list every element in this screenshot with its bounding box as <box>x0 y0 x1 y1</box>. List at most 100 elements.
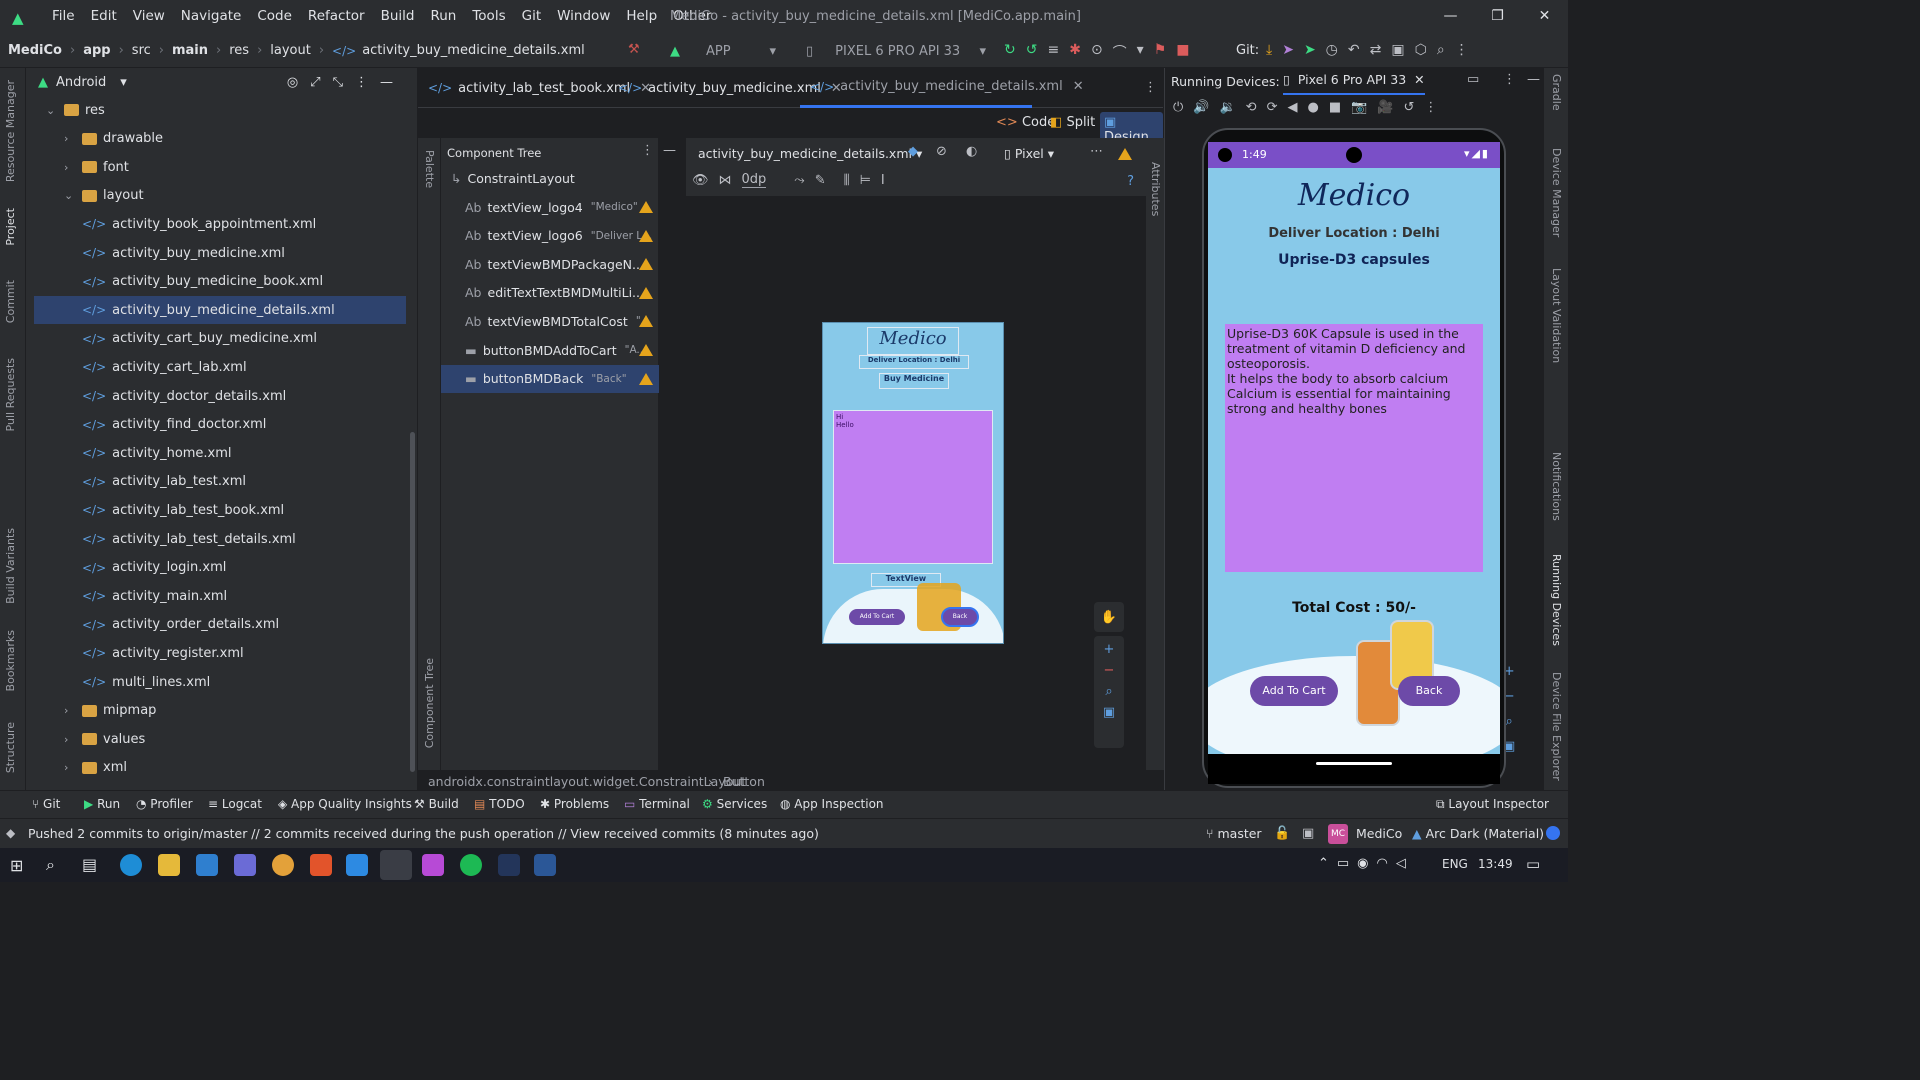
component-tree-item[interactable]: Ab textViewBMDPackageN... <box>441 250 659 278</box>
attach-debugger-icon[interactable]: ⊙ <box>1091 42 1103 62</box>
preview-details-box[interactable]: Hi Hello <box>833 410 993 564</box>
run-config-select[interactable]: ▲ APP ▾ <box>660 39 786 63</box>
chrome-icon[interactable] <box>272 854 294 876</box>
warning-icon[interactable] <box>639 344 653 356</box>
notification-center-icon[interactable]: ▭ <box>1526 855 1540 873</box>
chevron-down-icon[interactable]: ⌄ <box>64 189 82 202</box>
tree-file[interactable]: </> activity_home.xml <box>34 439 406 467</box>
ide-status-icon[interactable] <box>1546 826 1560 840</box>
night-mode-icon[interactable]: ◐ <box>966 144 977 159</box>
git-push-icon[interactable]: ➤ <box>1282 42 1294 58</box>
home-nav-icon[interactable]: ● <box>1307 100 1318 115</box>
search-icon[interactable]: ⌕ <box>1437 42 1445 58</box>
todo-tool[interactable]: ▤ TODO <box>474 797 525 811</box>
screenshot-icon[interactable]: 📷 <box>1351 100 1367 115</box>
tree-folder[interactable]: › xml <box>34 754 406 782</box>
device-select[interactable]: ▯ PIXEL 6 PRO API 33 ▾ <box>796 39 992 63</box>
add-to-cart-button[interactable]: Add To Cart <box>1250 676 1338 706</box>
tree-file[interactable]: </> activity_cart_lab.xml <box>34 353 406 381</box>
app-quality-tool[interactable]: ◈ App Quality Insights <box>278 797 412 811</box>
tree-folder[interactable]: › mipmap <box>34 697 406 725</box>
layout-validation-tab[interactable]: Layout Validation <box>1550 268 1563 363</box>
more-icon[interactable]: ⋯ <box>1090 144 1103 159</box>
lock-icon[interactable]: 🔓 <box>1274 826 1290 841</box>
medicine-details-text[interactable]: Uprise-D3 60K Capsule is used in the tre… <box>1225 324 1483 572</box>
device-manager-tab[interactable]: Device Manager <box>1550 148 1563 237</box>
menu-git[interactable]: Git <box>514 8 550 24</box>
breadcrumb-file[interactable]: activity_buy_medicine_details.xml <box>362 43 585 58</box>
breadcrumb-layout[interactable]: layout <box>270 43 311 58</box>
more-icon[interactable]: ⋮ <box>1503 72 1516 87</box>
more-run-icon[interactable]: ▾ <box>1137 42 1144 62</box>
more-icon[interactable]: ⋮ <box>1424 100 1437 115</box>
component-tree-item[interactable]: Ab editTextTextBMDMultiLi... <box>441 279 659 307</box>
git-branch-widget[interactable]: ⑂ master <box>1206 826 1262 841</box>
vscode-icon[interactable] <box>346 854 368 876</box>
overview-nav-icon[interactable]: ■ <box>1329 100 1341 115</box>
minimize-icon[interactable]: — <box>1427 0 1474 32</box>
preview-back-button[interactable]: Back <box>941 607 979 627</box>
tree-file[interactable]: </> activity_book_appointment.xml <box>34 210 406 238</box>
services-tool[interactable]: ⚙ Services <box>702 797 767 811</box>
gesture-handle[interactable] <box>1316 762 1392 765</box>
preview-logo[interactable]: Medico <box>867 327 959 355</box>
photoshop-icon[interactable] <box>498 854 520 876</box>
apply-changes-icon[interactable]: ↻ <box>1004 42 1016 62</box>
power-icon[interactable]: ⏻ <box>1173 100 1183 115</box>
git-tool[interactable]: ⑂ Git <box>32 797 60 811</box>
palette-tab[interactable]: Palette <box>423 150 436 188</box>
component-tree-item[interactable]: ▬ buttonBMDAddToCart "A... <box>441 336 659 364</box>
close-icon[interactable]: ✕ <box>1073 79 1084 94</box>
debug-icon[interactable]: ✱ <box>1069 42 1081 62</box>
tray-icons[interactable]: ⌃▭◉◠◁ <box>1318 856 1414 871</box>
orientation-icon[interactable]: ⊘ <box>936 144 947 159</box>
chevron-right-icon[interactable]: › <box>64 704 82 717</box>
tab-activity-buy-medicine-details[interactable]: </> activity_buy_medicine_details.xml ✕ <box>800 68 1084 108</box>
menu-help[interactable]: Help <box>618 8 665 24</box>
sdk-manager-icon[interactable]: ⬡ <box>1415 42 1427 58</box>
warning-icon[interactable] <box>639 258 653 271</box>
app-inspection-tool[interactable]: ◍ App Inspection <box>780 797 884 811</box>
running-device-tab[interactable]: ▯ Pixel 6 Pro API 33 ✕ <box>1283 72 1425 95</box>
chevron-right-icon[interactable]: › <box>64 761 82 774</box>
zoom-reset-icon[interactable]: ▣ <box>1103 705 1115 720</box>
clock[interactable]: 13:49 <box>1478 857 1513 871</box>
breadcrumb-src[interactable]: src <box>132 43 151 58</box>
language-indicator[interactable]: ENG <box>1442 857 1468 871</box>
restore-icon[interactable]: ❐ <box>1474 0 1521 32</box>
device-file-explorer-tab[interactable]: Device File Explorer <box>1550 672 1563 781</box>
chevron-right-icon[interactable]: › <box>64 132 82 145</box>
project-tab[interactable]: Project <box>4 208 17 246</box>
problems-tool[interactable]: ✱ Problems <box>540 797 609 811</box>
tree-file[interactable]: </> activity_lab_test_details.xml <box>34 525 406 553</box>
class-breadcrumb-element[interactable]: Button <box>723 774 765 789</box>
screen-record-icon[interactable]: 🎥 <box>1377 100 1393 115</box>
file-explorer-icon[interactable] <box>158 854 180 876</box>
device-preview-select[interactable]: ▯ Pixel ▾ <box>1004 146 1054 161</box>
logcat-tool[interactable]: ≡ Logcat <box>208 797 262 811</box>
rotate-right-icon[interactable]: ⟳ <box>1267 100 1278 115</box>
tree-file[interactable]: </> multi_lines.xml <box>34 668 406 696</box>
warning-icon[interactable] <box>639 229 653 242</box>
tree-file[interactable]: </> activity_buy_medicine_book.xml <box>34 268 406 296</box>
close-icon[interactable]: ✕ <box>1414 72 1424 87</box>
chevron-down-icon[interactable]: ▾ <box>120 75 127 90</box>
warning-icon[interactable] <box>639 315 653 328</box>
android-studio-taskbar-icon[interactable] <box>380 850 412 880</box>
preview-location[interactable]: Deliver Location : Delhi <box>859 355 969 369</box>
bookmarks-tab[interactable]: Bookmarks <box>4 630 17 691</box>
component-tree-item[interactable]: ▬ buttonBMDBack "Back" <box>441 364 659 393</box>
word-icon[interactable] <box>534 854 556 876</box>
menu-file[interactable]: File <box>44 8 83 24</box>
magnet-icon[interactable]: ⋈ <box>719 173 732 188</box>
breadcrumb-app[interactable]: app <box>83 43 110 58</box>
menu-navigate[interactable]: Navigate <box>173 8 250 24</box>
back-nav-icon[interactable]: ◀ <box>1287 100 1297 115</box>
notifications-icon[interactable]: ▣ <box>1302 826 1314 841</box>
menu-tools[interactable]: Tools <box>464 8 513 24</box>
eye-icon[interactable]: 👁 <box>692 173 709 188</box>
windows-start-icon[interactable]: ⊞ <box>10 856 23 875</box>
sync-icon[interactable]: ⚑ <box>1154 42 1167 62</box>
git-history-icon[interactable]: ◷ <box>1326 42 1338 58</box>
tree-file[interactable]: </> activity_lab_test.xml <box>34 468 406 496</box>
